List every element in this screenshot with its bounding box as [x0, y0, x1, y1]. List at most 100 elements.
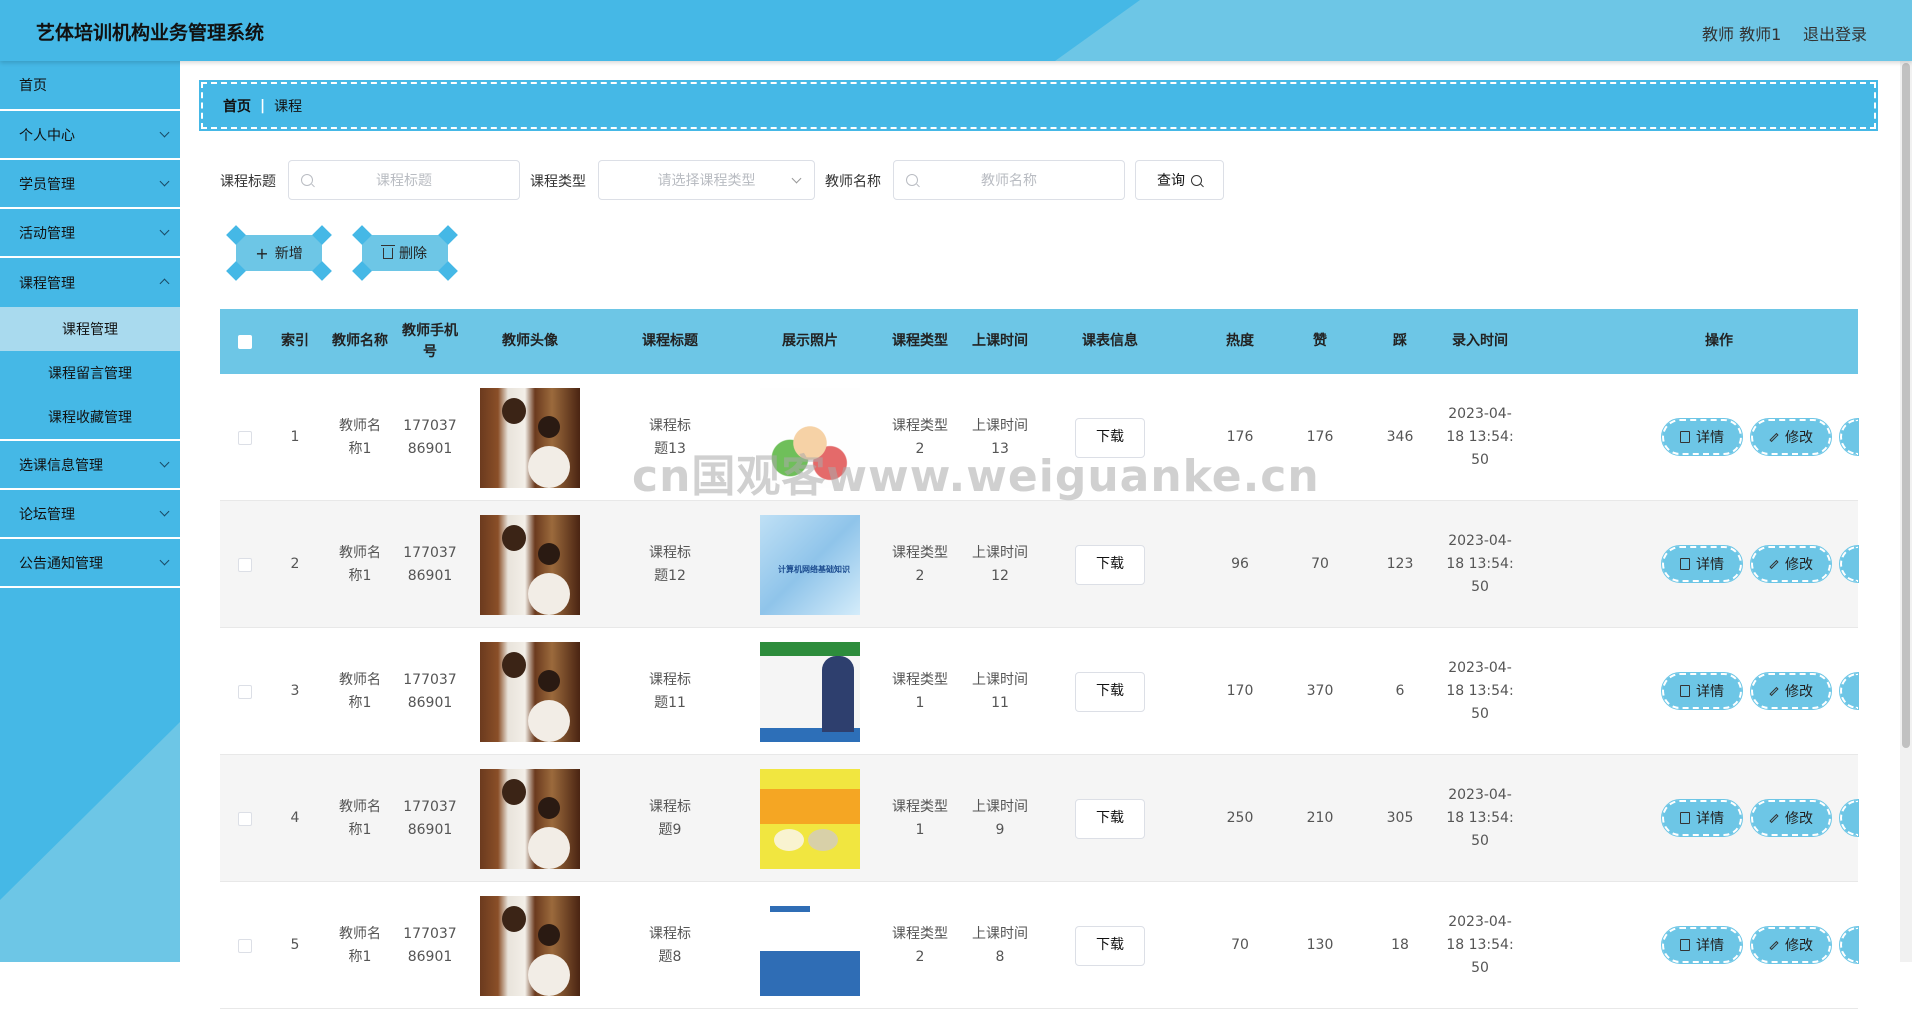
detail-button[interactable]: 详情	[1661, 545, 1743, 583]
detail-button-label: 详情	[1696, 430, 1724, 446]
course-type-select[interactable]: 请选择课程类型	[598, 160, 815, 200]
detail-button[interactable]: 详情	[1661, 672, 1743, 710]
edit-button[interactable]: 修改	[1750, 418, 1832, 456]
submenu-item-course-favorites[interactable]: 课程收藏管理	[0, 395, 180, 439]
sidebar-item-label: 个人中心	[19, 127, 75, 144]
row-checkbox[interactable]	[238, 557, 252, 572]
more-ops-button[interactable]	[1839, 799, 1859, 837]
cell-course-type: 课程类型2	[892, 417, 948, 457]
download-button[interactable]: 下载	[1075, 671, 1145, 712]
course-photo-image	[760, 768, 860, 869]
row-checkbox[interactable]	[238, 430, 252, 445]
teacher-name-search-input[interactable]: 教师名称	[893, 160, 1125, 200]
search-teacher-label: 教师名称	[825, 174, 881, 190]
course-table: 索引 教师名称 教师手机号 教师头像 课程标题 展示照片 课程类型 上课时间 课…	[220, 309, 1859, 1009]
query-button[interactable]: 查询	[1135, 160, 1224, 200]
cell-dislikes: 18	[1391, 937, 1409, 953]
sidebar-item-label: 课程管理	[19, 275, 75, 292]
row-checkbox[interactable]	[238, 811, 252, 826]
cell-course-title: 课程标题12	[649, 544, 691, 584]
chevron-up-icon	[159, 278, 170, 289]
cell-created: 2023-04-18 13:54:50	[1446, 914, 1514, 976]
document-icon	[1680, 685, 1690, 697]
add-button[interactable]: + 新增	[226, 225, 332, 281]
column-header-teacher-phone: 教师手机号	[402, 322, 458, 360]
cell-heat: 70	[1231, 937, 1249, 953]
cell-teacher-phone: 17703786901	[403, 544, 457, 584]
input-placeholder: 教师名称	[981, 173, 1037, 189]
edit-button[interactable]: 修改	[1750, 672, 1832, 710]
column-header-heat: 热度	[1226, 333, 1254, 349]
delete-button[interactable]: 删除	[352, 225, 458, 281]
scrollbar-thumb[interactable]	[1902, 63, 1910, 748]
download-button[interactable]: 下载	[1075, 925, 1145, 966]
cell-class-time: 上课时间12	[972, 544, 1028, 584]
sidebar-item-home[interactable]: 首页	[0, 61, 180, 111]
breadcrumb-home-link[interactable]: 首页	[223, 96, 251, 116]
sidebar-item-label: 选课信息管理	[19, 457, 103, 474]
cell-teacher-phone: 17703786901	[403, 671, 457, 711]
breadcrumb: 首页 | 课程	[199, 80, 1878, 131]
cell-heat: 250	[1226, 810, 1254, 826]
more-ops-button[interactable]	[1839, 926, 1859, 964]
row-checkbox[interactable]	[238, 938, 252, 953]
cell-course-type: 课程类型1	[892, 798, 948, 838]
cell-dislikes: 305	[1386, 810, 1414, 826]
column-header-course-title: 课程标题	[642, 333, 698, 349]
detail-button[interactable]: 详情	[1661, 926, 1743, 964]
download-button[interactable]: 下载	[1075, 798, 1145, 839]
cell-likes: 130	[1306, 937, 1334, 953]
cell-index: 3	[290, 683, 300, 699]
table-header: 索引 教师名称 教师手机号 教师头像 课程标题 展示照片 课程类型 上课时间 课…	[220, 309, 1858, 374]
more-ops-button[interactable]	[1839, 545, 1859, 583]
sidebar-item-notice-management[interactable]: 公告通知管理	[0, 539, 180, 588]
vertical-scrollbar[interactable]	[1900, 61, 1912, 962]
course-photo-image	[760, 387, 860, 488]
download-button[interactable]: 下载	[1075, 417, 1145, 458]
chevron-down-icon	[159, 127, 170, 138]
cell-likes: 210	[1306, 810, 1334, 826]
sidebar-item-course-management[interactable]: 课程管理	[0, 258, 180, 307]
cell-dislikes: 123	[1386, 556, 1414, 572]
column-header-class-time: 上课时间	[972, 333, 1028, 349]
sidebar-item-enrollment-management[interactable]: 选课信息管理	[0, 441, 180, 490]
edit-button[interactable]: 修改	[1750, 926, 1832, 964]
select-all-checkbox[interactable]	[238, 334, 252, 349]
edit-button[interactable]: 修改	[1750, 545, 1832, 583]
pencil-icon	[1769, 686, 1779, 696]
plus-icon: +	[255, 243, 269, 263]
cell-course-title: 课程标题13	[649, 417, 691, 457]
sidebar-item-forum-management[interactable]: 论坛管理	[0, 490, 180, 539]
logout-link[interactable]: 退出登录	[1803, 21, 1867, 45]
submenu-item-course-comments[interactable]: 课程留言管理	[0, 351, 180, 395]
document-icon	[1680, 558, 1690, 570]
edit-button[interactable]: 修改	[1750, 799, 1832, 837]
app-title: 艺体培训机构业务管理系统	[36, 22, 265, 44]
cell-heat: 170	[1226, 683, 1254, 699]
submenu-item-course-management[interactable]: 课程管理	[0, 307, 180, 351]
cell-created: 2023-04-18 13:54:50	[1446, 406, 1514, 468]
course-title-search-input[interactable]: 课程标题	[288, 160, 520, 200]
more-ops-button[interactable]	[1839, 672, 1859, 710]
download-button[interactable]: 下载	[1075, 544, 1145, 585]
detail-button-label: 详情	[1696, 811, 1724, 827]
cell-dislikes: 6	[1395, 683, 1405, 699]
column-header-created: 录入时间	[1452, 333, 1508, 349]
row-checkbox[interactable]	[238, 684, 252, 699]
sidebar-item-activity-management[interactable]: 活动管理	[0, 209, 180, 258]
cell-course-type: 课程类型2	[892, 544, 948, 584]
sidebar: 首页 个人中心 学员管理 活动管理 课程管理 课程管理 课程留言管理 课程收藏管…	[0, 61, 180, 962]
detail-button[interactable]: 详情	[1661, 799, 1743, 837]
sidebar-item-student-management[interactable]: 学员管理	[0, 160, 180, 209]
sidebar-item-label: 公告通知管理	[19, 555, 103, 572]
teacher-avatar-image	[480, 895, 580, 996]
sidebar-item-personal-center[interactable]: 个人中心	[0, 111, 180, 160]
cell-class-time: 上课时间13	[972, 417, 1028, 457]
teacher-avatar-image	[480, 641, 580, 742]
course-submenu: 课程管理 课程留言管理 课程收藏管理	[0, 307, 180, 441]
column-header-teacher-name: 教师名称	[332, 333, 388, 349]
more-ops-button[interactable]	[1839, 418, 1859, 456]
course-photo-image: 计算机网络基础知识	[760, 514, 860, 615]
photo-caption: 计算机网络基础知识	[778, 564, 850, 574]
detail-button[interactable]: 详情	[1661, 418, 1743, 456]
